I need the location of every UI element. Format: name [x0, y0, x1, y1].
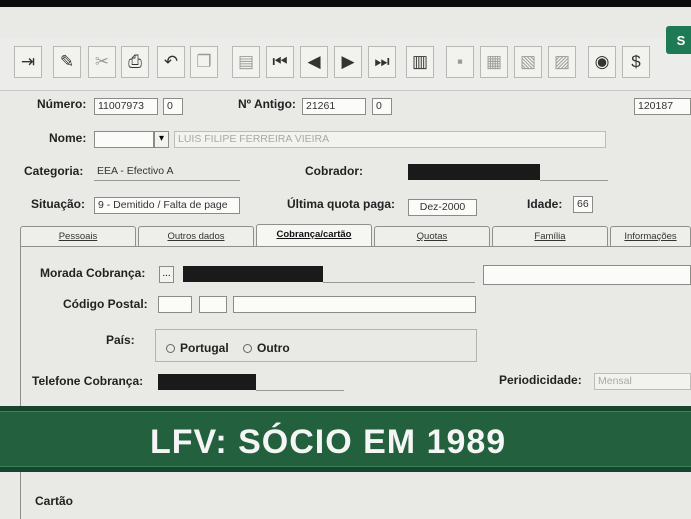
numero-sub-field[interactable]: 0 [163, 98, 183, 115]
tab-cobranca-cartao[interactable]: Cobrança/cartão [256, 224, 372, 246]
person-icon[interactable]: ◉ [588, 46, 616, 78]
tv-caption-banner: LFV: SÓCIO EM 1989 [0, 406, 691, 472]
right-id-field[interactable]: 120187 [634, 98, 691, 115]
cartao-label: Cartão [35, 494, 74, 508]
cobrador-redacted [408, 164, 540, 180]
cobrador-field-tail[interactable] [540, 164, 608, 181]
next-record-icon[interactable]: ▶ [334, 46, 362, 78]
quota-field[interactable]: Dez-2000 [408, 199, 477, 216]
copy-icon[interactable]: ❐ [190, 46, 218, 78]
situacao-field[interactable]: 9 - Demitido / Falta de page [94, 197, 240, 214]
cobrador-label: Cobrador: [305, 164, 363, 178]
first-record-icon[interactable]: ⏮ [266, 46, 294, 78]
numero-field[interactable]: 11007973 [94, 98, 158, 115]
tab-pessoais[interactable]: Pessoais [20, 226, 136, 246]
undo-icon[interactable]: ↶ [157, 46, 185, 78]
pais-option-outro-label: Outro [257, 341, 290, 355]
morada-label: Morada Cobrança: [40, 266, 146, 280]
tv-caption-text: LFV: SÓCIO EM 1989 [150, 423, 507, 461]
morada-extra-field[interactable] [483, 265, 691, 285]
nome-field[interactable]: LUIS FILIPE FERREIRA VIEIRA [174, 131, 606, 148]
scissors-icon[interactable]: ✂ [88, 46, 116, 78]
pais-label: País: [106, 333, 135, 347]
app-corner-icon[interactable]: S [666, 26, 691, 54]
periodicidade-label: Periodicidade: [499, 373, 582, 387]
pais-option-portugal[interactable]: Portugal [166, 341, 229, 355]
idade-label: Idade: [527, 197, 563, 211]
telefone-field[interactable] [256, 374, 344, 391]
toolbar: ⇥ ✎ ✂ ⎙ ↶ ❐ ▤ ⏮ ◀ ▶ ⏭ ▥ ▪ ▦ ▧ ▨ ◉ $ [0, 38, 691, 91]
codigo-postal-b[interactable] [199, 296, 227, 313]
codigo-postal-localidade[interactable] [233, 296, 476, 313]
tab-quotas[interactable]: Quotas [374, 226, 490, 246]
tab-bar: Pessoais Outros dados Cobrança/cartão Qu… [20, 224, 691, 246]
morada-redacted [183, 266, 323, 282]
telefone-label: Telefone Cobrança: [32, 374, 144, 388]
calculator-icon[interactable]: ▪ [446, 46, 474, 78]
antigo-sub-field[interactable]: 0 [372, 98, 392, 115]
pais-option-portugal-label: Portugal [180, 341, 229, 355]
radio-icon [166, 344, 175, 354]
morada-lookup-button[interactable]: ... [159, 266, 174, 283]
quota-label: Última quota paga: [287, 197, 396, 211]
app-screen: ⇥ ✎ ✂ ⎙ ↶ ❐ ▤ ⏮ ◀ ▶ ⏭ ▥ ▪ ▦ ▧ ▨ ◉ $ S Nú… [0, 0, 691, 519]
tab-outros-dados[interactable]: Outros dados [138, 226, 254, 246]
exit-icon[interactable]: ⇥ [14, 46, 42, 78]
codigo-postal-label: Código Postal: [63, 297, 148, 311]
pencil-icon[interactable]: ✎ [53, 46, 81, 78]
pais-option-outro[interactable]: Outro [243, 341, 290, 355]
antigo-label: Nº Antigo: [238, 97, 296, 111]
situacao-label: Situação: [31, 197, 86, 211]
morada-field[interactable] [323, 266, 475, 283]
idade-field[interactable]: 66 [573, 196, 593, 213]
tab-familia[interactable]: Família [492, 226, 608, 246]
antigo-field[interactable]: 21261 [302, 98, 366, 115]
categoria-field[interactable]: EEA - Efectivo A [94, 164, 240, 181]
last-record-icon[interactable]: ⏭ [368, 46, 396, 78]
categoria-label: Categoria: [24, 164, 84, 178]
codigo-postal-a[interactable] [158, 296, 192, 313]
print-icon[interactable]: ⎙ [121, 46, 149, 78]
nome-prefix-field[interactable] [94, 131, 154, 148]
tab-informacoes[interactable]: Informações [610, 226, 691, 246]
card-icon[interactable]: ▦ [480, 46, 508, 78]
nome-label: Nome: [49, 131, 87, 145]
radio-icon [243, 344, 252, 354]
cash-register-icon[interactable]: ▨ [548, 46, 576, 78]
prev-record-icon[interactable]: ◀ [300, 46, 328, 78]
window-top-edge [0, 0, 691, 7]
telefone-redacted [158, 374, 256, 390]
dollar-icon[interactable]: $ [622, 46, 650, 78]
paste-icon[interactable]: ▤ [232, 46, 260, 78]
periodicidade-field[interactable]: Mensal [594, 373, 691, 390]
nome-dropdown-button[interactable]: ▾ [154, 131, 169, 148]
numero-label: Número: [37, 97, 87, 111]
tv-caption-bar: LFV: SÓCIO EM 1989 [0, 411, 691, 467]
notebook-icon[interactable]: ▥ [406, 46, 434, 78]
drawer-icon[interactable]: ▧ [514, 46, 542, 78]
